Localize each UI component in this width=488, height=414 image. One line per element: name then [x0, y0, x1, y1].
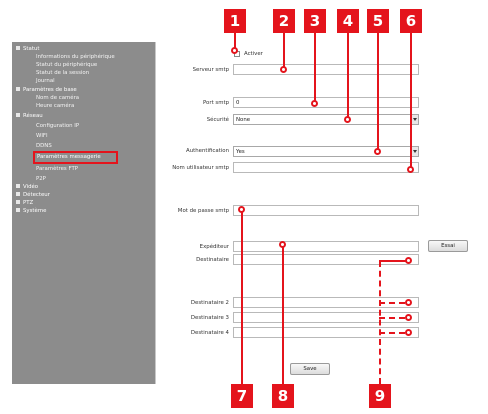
callout-badge-7: 7	[231, 384, 253, 408]
sidebar-item-ip-config[interactable]: Configuration IP	[36, 123, 79, 130]
expand-square-icon	[16, 87, 20, 91]
smtp-server-label: Serveur smtp	[192, 67, 229, 73]
sidebar-item-device-info[interactable]: Informations du périphérique	[36, 54, 115, 61]
sidebar-section-label: Détecteur	[23, 192, 50, 198]
callout-badge-4: 4	[337, 9, 359, 33]
smtp-password-input[interactable]	[233, 205, 419, 216]
callout-dot-6	[407, 166, 414, 173]
callout-line-2	[283, 33, 285, 68]
sidebar-section-system[interactable]: Système	[16, 208, 46, 215]
callout-badge-5: 5	[367, 9, 389, 33]
callout-line-8	[282, 244, 284, 384]
smtp-port-label: Port smtp	[203, 100, 229, 106]
sidebar-section-ptz[interactable]: PTZ	[16, 200, 33, 207]
sender-label: Expéditeur	[199, 244, 229, 250]
sidebar-section-label: Système	[23, 208, 47, 214]
mail-settings-panel: Activer Serveur smtp Port smtp Sécurité …	[155, 42, 478, 384]
callout-badge-9: 9	[369, 384, 391, 408]
callout-line-5	[377, 33, 379, 151]
security-value: None	[236, 117, 251, 123]
callout-badge-3: 3	[304, 9, 326, 33]
sidebar-section-label: Statut	[23, 46, 40, 52]
callout-dot-9c	[405, 314, 412, 321]
sidebar-item-ftp-settings[interactable]: Paramètres FTP	[36, 166, 78, 173]
security-label: Sécurité	[206, 117, 229, 123]
callout-dot-9b	[405, 299, 412, 306]
callout-dot-1	[231, 47, 238, 54]
expand-square-icon	[16, 46, 20, 50]
sidebar-section-video[interactable]: Vidéo	[16, 184, 38, 191]
recipient3-label: Destinataire 3	[190, 315, 229, 321]
sidebar-item-mail-settings-active[interactable]: Paramètres messagerie	[33, 151, 118, 164]
smtp-user-input[interactable]	[233, 162, 419, 173]
test-button[interactable]: Essai	[428, 240, 468, 252]
callout-line-9-branch-recipient3	[379, 317, 405, 319]
expand-square-icon	[16, 184, 20, 188]
sidebar-item-camera-time[interactable]: Heure caméra	[36, 103, 74, 110]
enable-label: Activer	[244, 51, 263, 57]
callout-line-9-branch-recipient4	[379, 332, 405, 334]
sidebar-section-label: Vidéo	[23, 184, 39, 190]
callout-dot-9d	[405, 329, 412, 336]
sidebar-item-p2p[interactable]: P2P	[36, 176, 46, 183]
callout-badge-1: 1	[224, 9, 246, 33]
callout-line-9-branch-recipient2	[379, 302, 405, 304]
expand-square-icon	[16, 113, 20, 117]
auth-label: Authentification	[186, 148, 229, 154]
callout-dot-4	[344, 116, 351, 123]
smtp-server-input[interactable]	[233, 64, 419, 75]
callout-dot-8	[279, 241, 286, 248]
sidebar-item-session-status[interactable]: Statut de la session	[36, 70, 89, 77]
recipient4-label: Destinataire 4	[190, 330, 229, 336]
sidebar-section-statut[interactable]: Statut	[16, 46, 39, 53]
callout-line-4	[347, 33, 349, 118]
sidebar-section-label: PTZ	[23, 200, 34, 206]
callout-line-9-branch-recipient	[379, 260, 407, 262]
sidebar-item-ddns[interactable]: DDNS	[36, 143, 52, 150]
smtp-user-label: Nom utilisateur smtp	[172, 165, 229, 171]
callout-badge-2: 2	[273, 9, 295, 33]
callout-dot-9a	[405, 257, 412, 264]
save-button[interactable]: Save	[290, 363, 330, 375]
sidebar-item-device-status[interactable]: Statut du périphérique	[36, 62, 97, 69]
callout-dot-3	[311, 100, 318, 107]
sidebar-item-journal[interactable]: Journal	[36, 78, 55, 85]
expand-square-icon	[16, 208, 20, 212]
callout-badge-6: 6	[400, 9, 422, 33]
callout-line-9	[379, 261, 381, 384]
callout-line-3	[314, 33, 316, 102]
auth-select[interactable]: Yes	[233, 146, 419, 157]
sidebar-section-label: Paramètres de base	[23, 87, 77, 93]
auth-value: Yes	[236, 149, 245, 155]
smtp-port-input[interactable]	[233, 97, 419, 108]
expand-square-icon	[16, 192, 20, 196]
sender-input[interactable]	[233, 241, 419, 252]
security-select[interactable]: None	[233, 114, 419, 125]
sidebar-section-detector[interactable]: Détecteur	[16, 192, 50, 199]
callout-dot-5	[374, 148, 381, 155]
callout-line-6	[410, 33, 412, 169]
expand-square-icon	[16, 200, 20, 204]
sidebar-section-network[interactable]: Réseau	[16, 113, 43, 120]
sidebar-section-basic-settings[interactable]: Paramètres de base	[16, 87, 77, 94]
callout-badge-8: 8	[272, 384, 294, 408]
recipient2-label: Destinataire 2	[190, 300, 229, 306]
sidebar-nav: Statut Informations du périphérique Stat…	[12, 42, 155, 384]
callout-dot-2	[280, 66, 287, 73]
sidebar-item-camera-name[interactable]: Nom de caméra	[36, 95, 79, 102]
recipient-label: Destinataire	[196, 257, 229, 263]
callout-dot-7	[238, 206, 245, 213]
callout-line-7	[241, 209, 243, 384]
sidebar-item-wifi[interactable]: WIFI	[36, 133, 48, 140]
smtp-password-label: Mot de passe smtp	[177, 208, 229, 214]
sidebar-section-label: Réseau	[23, 113, 43, 119]
